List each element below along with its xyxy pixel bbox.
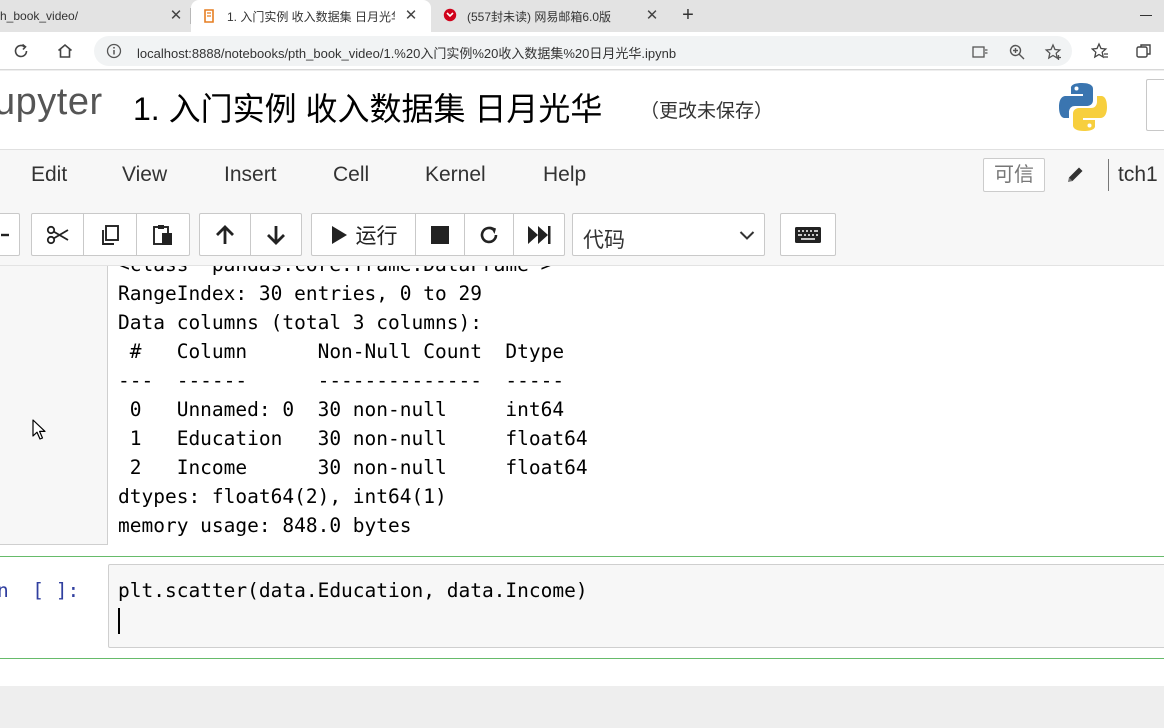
move-cell-up-button[interactable] [199, 213, 251, 256]
output-prompt-area[interactable] [0, 266, 108, 545]
reader-mode-icon[interactable] [971, 43, 989, 61]
menu-edit[interactable]: Edit [31, 163, 67, 187]
arrow-down-icon [267, 225, 285, 245]
output-line: --- ------ -------------- ----- [118, 369, 588, 392]
jupyter-logo[interactable]: upyter [0, 81, 103, 124]
menu-insert[interactable]: Insert [224, 163, 277, 187]
input-prompt: n [ ]: [0, 579, 80, 602]
interrupt-kernel-button[interactable] [416, 213, 465, 256]
menu-view[interactable]: View [122, 163, 167, 187]
add-favorite-star-icon[interactable] [1044, 43, 1062, 61]
output-line: 1 Education 30 non-null float64 [118, 427, 588, 450]
text-caret [118, 608, 120, 634]
notebook-toolbar: 运行 代码 [0, 203, 1164, 266]
output-line: # Column Non-Null Count Dtype [118, 340, 588, 363]
home-icon[interactable] [55, 41, 75, 61]
output-line: memory usage: 848.0 bytes [118, 514, 412, 537]
favorites-icon[interactable] [1090, 41, 1110, 61]
browser-tab-book-video[interactable]: h_book_video/ ✕ [0, 0, 190, 32]
menu-divider [1108, 159, 1109, 191]
output-line: 0 Unnamed: 0 30 non-null int64 [118, 398, 588, 421]
menu-cell[interactable]: Cell [333, 163, 369, 187]
new-tab-plus-icon[interactable]: + [678, 5, 698, 25]
restart-kernel-button[interactable] [465, 213, 514, 256]
logout-button[interactable] [1146, 79, 1164, 131]
output-line: RangeIndex: 30 entries, 0 to 29 [118, 282, 482, 305]
restart-run-all-button[interactable] [514, 213, 565, 256]
run-button-label: 运行 [355, 224, 398, 248]
close-icon[interactable]: ✕ [168, 8, 184, 24]
browser-navigation-bar: localhost:8888/notebooks/pth_book_video/… [0, 32, 1164, 70]
python-logo-icon [1059, 83, 1107, 131]
play-icon [331, 225, 347, 244]
output-line: Data columns (total 3 columns): [118, 311, 482, 334]
jupyter-header: upyter 1. 入门实例 收入数据集 日月光华 （更改未保存） [0, 71, 1164, 149]
paste-icon [153, 224, 172, 245]
cell-output-text: <class 'pandas.core.frame.DataFrame'> Ran… [118, 266, 588, 540]
notebook-title[interactable]: 1. 入门实例 收入数据集 日月光华 [133, 84, 602, 130]
move-cell-down-button[interactable] [251, 213, 302, 256]
paste-cell-button[interactable] [137, 213, 190, 256]
menu-kernel[interactable]: Kernel [425, 163, 486, 187]
arrow-up-icon [216, 224, 234, 244]
keyboard-icon [795, 226, 821, 243]
notebook-container: <class 'pandas.core.frame.DataFrame'> Ran… [0, 266, 1164, 686]
output-line: 2 Income 30 non-null float64 [118, 456, 588, 479]
copy-icon [102, 224, 119, 245]
site-info-icon[interactable] [106, 43, 122, 59]
close-icon[interactable]: ✕ [644, 8, 660, 24]
fast-forward-icon [528, 225, 551, 244]
trusted-indicator[interactable]: 可信 [983, 158, 1045, 192]
reload-icon[interactable] [11, 41, 31, 61]
output-line: <class 'pandas.core.frame.DataFrame'> [118, 266, 588, 279]
browser-tab-mail[interactable]: (557封未读) 网易邮箱6.0版 ✕ [432, 0, 672, 32]
kernel-name[interactable]: tch1 [1118, 163, 1158, 187]
zoom-icon[interactable] [1008, 43, 1026, 61]
edit-mode-pencil-icon[interactable] [1064, 164, 1086, 186]
output-line: dtypes: float64(2), int64(1) [118, 485, 447, 508]
tab-title: (557封未读) 网易邮箱6.0版 [467, 9, 612, 24]
browser-tab-strip: h_book_video/ ✕ 1. 入门实例 收入数据集 日月光华 ✕ (55… [0, 0, 1164, 32]
address-bar[interactable]: localhost:8888/notebooks/pth_book_video/… [94, 36, 1072, 66]
code-editor[interactable]: plt.scatter(data.Education, data.Income) [108, 564, 1164, 648]
cell-type-value: 代码 [583, 229, 625, 252]
collections-icon[interactable] [1134, 41, 1154, 61]
save-status: （更改未保存） [640, 101, 774, 122]
browser-tab-notebook[interactable]: 1. 入门实例 收入数据集 日月光华 ✕ [191, 0, 431, 32]
tab-title: h_book_video/ [0, 9, 79, 23]
scissors-icon [46, 225, 68, 244]
close-icon[interactable]: ✕ [403, 8, 419, 24]
insert-cell-button[interactable] [0, 213, 20, 256]
notebook-menubar: Edit View Insert Cell Kernel Help 可信 tch… [0, 149, 1164, 203]
notebook-favicon-icon [204, 9, 214, 23]
code-line: plt.scatter(data.Education, data.Income) [118, 579, 588, 602]
chevron-down-icon [739, 231, 755, 240]
cut-cell-button[interactable] [31, 213, 84, 256]
run-cell-button[interactable]: 运行 [311, 213, 416, 256]
menu-help[interactable]: Help [543, 163, 586, 187]
page-bottom-background [0, 686, 1164, 728]
mouse-pointer-icon [32, 419, 46, 440]
command-palette-button[interactable] [780, 213, 836, 256]
window-minimize-icon[interactable] [1140, 15, 1152, 16]
netease-mail-favicon-icon [443, 8, 457, 22]
tab-title: 1. 入门实例 收入数据集 日月光华 [227, 9, 395, 24]
address-bar-url[interactable]: localhost:8888/notebooks/pth_book_video/… [137, 43, 676, 62]
cell-type-select[interactable]: 代码 [572, 213, 765, 256]
restart-icon [480, 226, 498, 243]
stop-icon [431, 225, 449, 244]
copy-cell-button[interactable] [84, 213, 137, 256]
